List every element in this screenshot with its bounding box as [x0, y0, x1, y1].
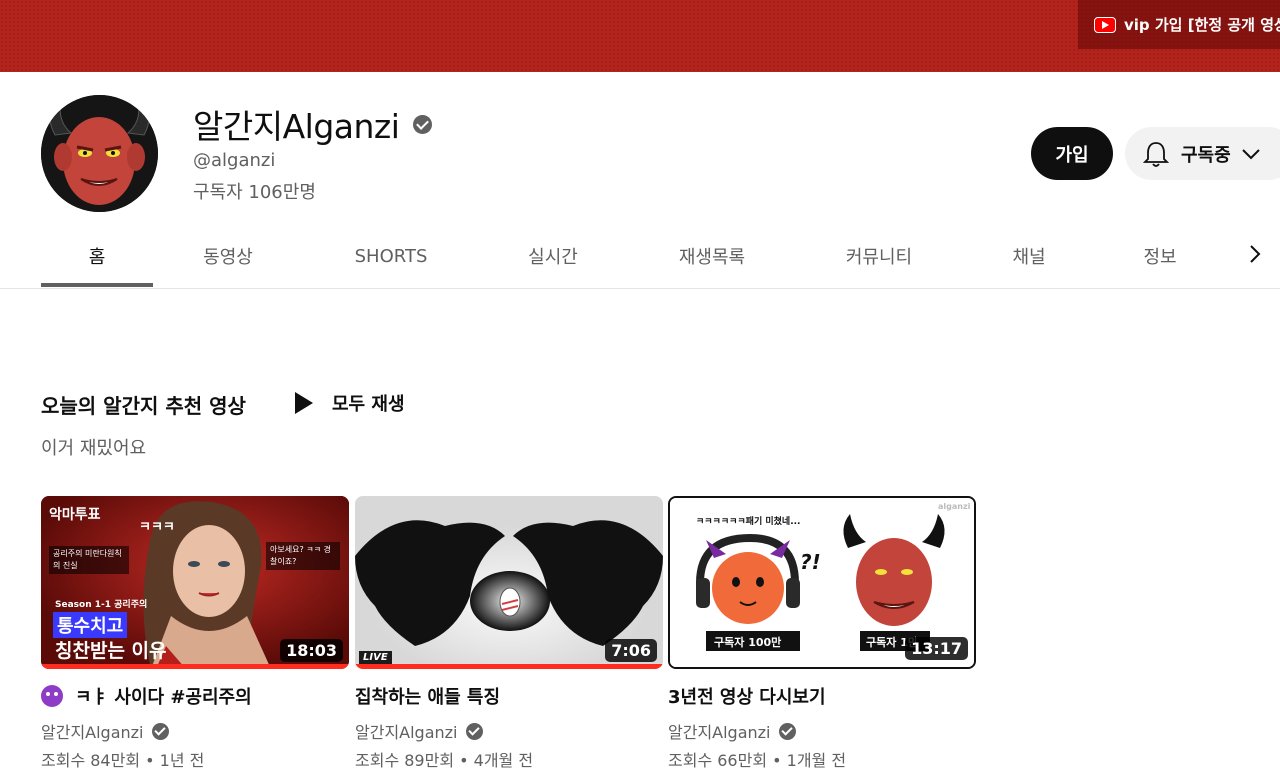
tab-shorts[interactable]: SHORTS [335, 226, 447, 286]
video-duration: 18:03 [280, 639, 343, 662]
video-thumbnail[interactable]: 악마투표 ㅋㅋㅋ 공리주의 미란다원칙의 진실 아보세요? ㅋㅋ 경찰이죠? S… [41, 496, 349, 669]
channel-avatar[interactable] [41, 95, 158, 212]
shelf-description: 이거 재밌어요 [41, 438, 147, 459]
verified-badge-icon [465, 722, 483, 740]
video-channel-name: 알간지Alganzi [355, 723, 458, 742]
thumb-line1: 통수치고 [53, 612, 128, 638]
video-meta: 조회수 84만회 • 1년 전 [41, 751, 205, 770]
subscriber-count: 구독자 106만명 [193, 182, 316, 203]
chevron-right-icon [1250, 245, 1261, 263]
verified-badge-icon [413, 114, 433, 134]
thumb-season-text: Season 1-1 공리주의 [55, 600, 148, 610]
video-channel[interactable]: 알간지Alganzi [355, 719, 663, 743]
video-meta: 조회수 66만회 • 1개월 전 [668, 751, 847, 770]
video-channel[interactable]: 알간지Alganzi [668, 719, 976, 743]
verified-badge-icon [151, 722, 169, 740]
verified-badge-icon [778, 722, 796, 740]
video-channel[interactable]: 알간지Alganzi [41, 719, 349, 743]
tab-about[interactable]: 정보 [1120, 226, 1200, 286]
banner-link[interactable]: vip 가입 [한정 공개 영상 [1078, 0, 1280, 49]
shelf-title[interactable]: 오늘의 알간지 추천 영상 [41, 390, 246, 419]
thumb-brand-text: 악마투표 [49, 507, 101, 523]
video-thumbnail[interactable]: ㅋㅋㅋㅋㅋㅋ패기 미쳤네... ?! alganzi 구독자 100만 구독자 … [668, 496, 976, 669]
thumb-watermark: alganzi [938, 502, 971, 511]
channel-name: 알간지Alganzi [193, 100, 433, 148]
video-title[interactable]: ㅋㅑ 사이다 #공리주의 [41, 683, 349, 709]
active-tab-indicator [41, 283, 153, 287]
smiling-devil-emoji-icon [41, 685, 63, 707]
thumb-mark-text: ?! [800, 550, 821, 574]
thumb-label-left: 구독자 100만 [714, 636, 782, 649]
tab-videos[interactable]: 동영상 [173, 226, 283, 286]
video-title-text: 3년전 영상 다시보기 [668, 687, 826, 708]
chevron-down-icon [1241, 148, 1260, 159]
watch-progress-bar [41, 664, 349, 669]
video-channel-name: 알간지Alganzi [668, 723, 771, 742]
video-card[interactable]: ㅋㅋㅋㅋㅋㅋ패기 미쳤네... ?! alganzi 구독자 100만 구독자 … [668, 496, 976, 771]
tab-home[interactable]: 홈 [41, 226, 153, 286]
banner-link-text: vip 가입 [한정 공개 영상 [1124, 16, 1280, 34]
video-duration: 7:06 [605, 639, 657, 662]
video-card[interactable]: 악마투표 ㅋㅋㅋ 공리주의 미란다원칙의 진실 아보세요? ㅋㅋ 경찰이죠? S… [41, 496, 349, 771]
tabs-next-button[interactable] [1241, 240, 1269, 268]
channel-handle: @alganzi [193, 150, 276, 171]
tab-community[interactable]: 커뮤니티 [826, 226, 932, 286]
thumb-line2: 칭찬받는 이유 [55, 640, 167, 662]
video-thumbnail[interactable]: LIVE 7:06 [355, 496, 663, 669]
thumb-note-right: 아보세요? ㅋㅋ 경찰이죠? [266, 542, 340, 570]
live-badge: LIVE [359, 651, 392, 664]
subscribed-button[interactable]: 구독중 [1125, 127, 1280, 180]
thumb-note-left: 공리주의 미란다원칙의 진실 [49, 546, 129, 574]
video-meta: 조회수 89만회 • 4개월 전 [355, 751, 534, 770]
tab-live[interactable]: 실시간 [500, 226, 606, 286]
channel-tabs: 홈 동영상 SHORTS 실시간 재생목록 커뮤니티 채널 정보 [0, 226, 1280, 289]
bell-icon [1143, 141, 1169, 167]
tab-playlists[interactable]: 재생목록 [660, 226, 764, 286]
devil-avatar-image [41, 95, 158, 212]
video-title-text: ㅋㅑ 사이다 #공리주의 [75, 687, 252, 708]
video-title[interactable]: 3년전 영상 다시보기 [668, 683, 976, 709]
watch-progress-bar [355, 664, 663, 669]
video-card[interactable]: LIVE 7:06 집착하는 애들 특징 알간지Alganzi 조회수 89만회… [355, 496, 663, 771]
play-all-label: 모두 재생 [332, 394, 405, 415]
play-icon [295, 392, 313, 414]
video-title[interactable]: 집착하는 애들 특징 [355, 683, 663, 709]
channel-name-text: 알간지Alganzi [193, 107, 400, 146]
thumb-top-text: ㅋㅋㅋㅋㅋㅋ패기 미쳤네... [696, 517, 801, 527]
join-button[interactable]: 가입 [1031, 127, 1113, 180]
subscribed-label: 구독중 [1181, 144, 1231, 166]
tab-channels[interactable]: 채널 [985, 226, 1073, 286]
play-all-button[interactable]: 모두 재생 [291, 390, 405, 416]
video-duration: 13:17 [905, 637, 968, 660]
youtube-logo-icon [1094, 16, 1116, 33]
video-title-text: 집착하는 애들 특징 [355, 687, 501, 708]
video-channel-name: 알간지Alganzi [41, 723, 144, 742]
thumb-laugh-text: ㅋㅋㅋ [139, 520, 175, 535]
